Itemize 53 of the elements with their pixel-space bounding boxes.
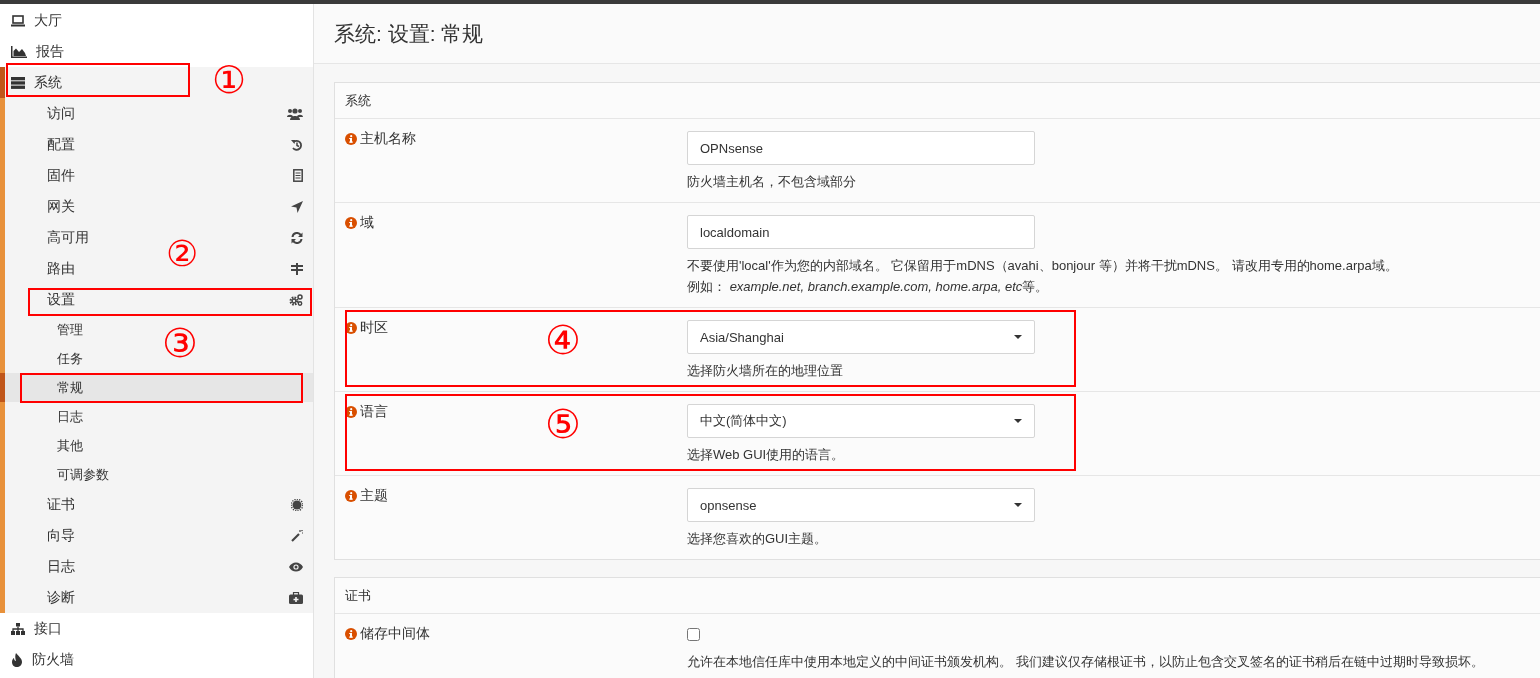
field-label: 域 — [360, 214, 374, 232]
text-field[interactable]: localdomain — [687, 215, 1035, 249]
users-icon — [287, 107, 303, 120]
info-icon[interactable] — [345, 133, 357, 145]
laptop-icon — [11, 14, 25, 27]
magic-wand-icon — [291, 529, 303, 542]
callout-number: ① — [212, 61, 247, 99]
checkbox[interactable] — [687, 628, 700, 641]
info-icon[interactable] — [345, 490, 357, 502]
refresh-icon — [291, 231, 303, 244]
location-arrow-icon — [291, 200, 303, 213]
callout-number: ⑤ — [545, 404, 581, 444]
field-label: 时区 — [360, 319, 388, 337]
help-text: 例如： example.net, branch.example.com, home.arpa, etc等。 — [687, 278, 1050, 296]
help-text: 不要使用'local'作为您的内部域名。 它保留用于mDNS（avahi、bonjour 等）并将干扰mDNS。 请改用专用的home.arpa域。 — [687, 257, 1398, 275]
signpost-icon — [291, 262, 303, 275]
sidebar-item[interactable]: 接口 — [0, 613, 313, 644]
medical-kit-icon — [289, 591, 303, 604]
sitemap-icon — [11, 622, 25, 635]
caret-icon — [1014, 419, 1022, 423]
sidebar-item[interactable]: 防火墙 — [0, 644, 313, 675]
info-icon[interactable] — [345, 628, 357, 640]
field-label: 主题 — [360, 487, 388, 505]
field-label: 语言 — [360, 403, 388, 421]
info-icon[interactable] — [345, 322, 357, 334]
select-field[interactable]: opnsense — [687, 488, 1035, 522]
help-text: 选择Web GUI使用的语言。 — [687, 446, 845, 464]
info-icon[interactable] — [345, 217, 357, 229]
section-title: 证书 — [335, 578, 1540, 614]
caret-icon — [1014, 503, 1022, 507]
help-text: 选择防火墙所在的地理位置 — [687, 362, 843, 380]
text-field[interactable]: OPNsense — [687, 131, 1035, 165]
callout-number: ④ — [545, 320, 581, 360]
server-icon — [11, 76, 25, 89]
flame-icon — [11, 652, 23, 667]
field-label: 储存中间体 — [360, 625, 430, 643]
certificate-icon — [291, 498, 303, 511]
info-icon[interactable] — [345, 406, 357, 418]
document-icon — [293, 169, 303, 182]
gears-icon — [289, 293, 303, 306]
help-text: 防火墙主机名，不包含域部分 — [687, 173, 856, 191]
sidebar-item[interactable]: 大厅 — [0, 5, 313, 36]
eye-icon — [289, 561, 303, 572]
help-text: 选择您喜欢的GUI主题。 — [687, 530, 828, 548]
history-icon — [291, 138, 303, 151]
caret-icon — [1014, 335, 1022, 339]
select-field[interactable]: 中文(简体中文) — [687, 404, 1035, 438]
help-text: 允许在本地信任库中使用本地定义的中间证书颁发机构。 我们建议仅存储根证书，以防止包含交叉签名的证书稍后在链中过期时导致损坏。 — [687, 653, 1484, 671]
area-chart-icon — [11, 45, 27, 58]
section-title: 系统 — [335, 83, 1540, 119]
select-field[interactable]: Asia/Shanghai — [687, 320, 1035, 354]
page-title: 系统: 设置: 常规 — [334, 20, 484, 47]
field-label: 主机名称 — [360, 130, 416, 148]
